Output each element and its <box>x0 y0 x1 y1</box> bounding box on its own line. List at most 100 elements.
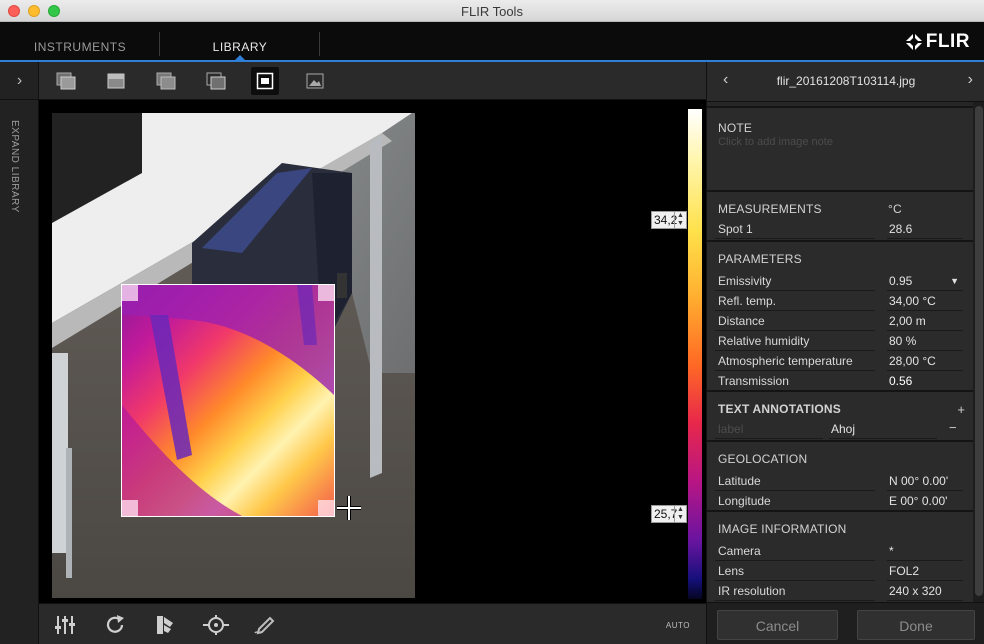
parameter-value[interactable]: 2,00 m <box>887 312 963 331</box>
parameter-label: Relative humidity <box>715 332 875 351</box>
resize-crosshair-cursor <box>335 494 363 522</box>
info-label: Lens <box>715 562 875 581</box>
image-mode-toolbar <box>39 62 706 100</box>
done-button[interactable]: Done <box>857 610 975 640</box>
info-value: 240 x 320 <box>887 582 963 601</box>
bottom-toolbar: AUTO <box>39 603 706 644</box>
parameter-row[interactable]: Transmission 0.56 <box>715 372 967 391</box>
note-title: NOTE <box>718 121 753 135</box>
tab-instruments[interactable]: INSTRUMENTS <box>0 22 160 60</box>
parameter-label: Transmission <box>715 372 875 391</box>
text-annotations-title: TEXT ANNOTATIONS <box>718 402 841 416</box>
pip-resize-handle[interactable] <box>318 285 334 301</box>
geolocation-label: Longitude <box>715 492 875 511</box>
auto-label[interactable]: AUTO <box>666 621 690 630</box>
thermal-picture-in-picture[interactable] <box>121 284 335 517</box>
ir-mode-icon[interactable] <box>52 67 80 95</box>
next-image-chevron-icon[interactable]: › <box>968 71 973 89</box>
parameter-row[interactable]: Relative humidity 80 % <box>715 332 967 351</box>
emissivity-value: 0.95 <box>889 274 913 288</box>
pip-resize-handle[interactable] <box>318 500 334 516</box>
panel-scrollbar[interactable] <box>973 102 984 602</box>
msx-mode-icon[interactable] <box>152 67 180 95</box>
flir-logo-text: FLIR <box>925 31 970 52</box>
remove-annotation-button[interactable]: − <box>949 420 957 435</box>
parameter-label: Emissivity <box>715 272 875 291</box>
picture-in-picture-icon[interactable] <box>251 67 279 95</box>
edit-icon[interactable] <box>253 613 277 637</box>
geolocation-value[interactable]: E 00° 0.00' <box>887 492 963 511</box>
rotate-icon[interactable] <box>103 613 127 637</box>
annotation-value-input[interactable]: Ahoj <box>829 420 937 439</box>
parameter-label: Distance <box>715 312 875 331</box>
parameter-row[interactable]: Atmospheric temperature 28,00 °C <box>715 352 967 371</box>
annotation-label-input[interactable]: label <box>715 420 823 439</box>
visual-mode-icon[interactable] <box>102 67 130 95</box>
measurements-section: MEASUREMENTS °C Spot 1 28.6 <box>707 190 973 242</box>
geolocation-row[interactable]: Latitude N 00° 0.00' <box>715 472 967 491</box>
palette-icon[interactable] <box>153 613 177 637</box>
text-annotations-section: TEXT ANNOTATIONS + label Ahoj − <box>707 390 973 442</box>
emissivity-select[interactable]: 0.95 ▼ <box>887 272 963 291</box>
geolocation-label: Latitude <box>715 472 875 491</box>
scale-min-stepper-icon[interactable]: ▲ ▼ <box>674 506 686 522</box>
cancel-button[interactable]: Cancel <box>717 610 838 640</box>
image-viewer: 34,2 ▲ ▼ 25,7 ▲ ▼ <box>39 100 706 603</box>
expand-library-label[interactable]: EXPAND LIBRARY <box>9 120 20 213</box>
parameter-row[interactable]: Refl. temp. 34,00 °C <box>715 292 967 311</box>
scale-max-field[interactable]: 34,2 ▲ ▼ <box>651 211 687 229</box>
note-section: NOTE Click to add image note <box>707 106 973 192</box>
expand-library-chevron-icon[interactable]: › <box>0 62 39 100</box>
info-row: Lens FOL2 <box>715 562 967 581</box>
dropdown-arrow-icon: ▼ <box>950 276 959 286</box>
note-input[interactable]: Click to add image note <box>718 136 833 148</box>
measurement-value: 28.6 <box>887 220 963 239</box>
geolocation-section: GEOLOCATION Latitude N 00° 0.00' Longitu… <box>707 440 973 512</box>
parameter-label: Refl. temp. <box>715 292 875 311</box>
parameters-title: PARAMETERS <box>718 252 802 266</box>
measurements-unit: °C <box>888 202 902 216</box>
info-row: IR resolution 240 x 320 <box>715 582 967 601</box>
geolocation-row[interactable]: Longitude E 00° 0.00' <box>715 492 967 511</box>
panel-footer: Cancel Done <box>707 602 984 644</box>
measurement-row[interactable]: Spot 1 28.6 <box>715 220 967 239</box>
parameter-row[interactable]: Distance 2,00 m <box>715 312 967 331</box>
parameter-row[interactable]: Emissivity 0.95 ▼ <box>715 272 967 291</box>
flir-logo-mark-icon <box>904 33 923 51</box>
parameter-value[interactable]: 28,00 °C <box>887 352 963 371</box>
panel-scroll-area: NOTE Click to add image note MEASUREMENT… <box>707 102 973 602</box>
fusion-blend-icon[interactable] <box>202 67 230 95</box>
scale-max-stepper-icon[interactable]: ▲ ▼ <box>674 212 686 228</box>
pip-resize-handle[interactable] <box>122 285 138 301</box>
parameter-value[interactable]: 34,00 °C <box>887 292 963 311</box>
flir-logo: FLIR <box>904 30 970 54</box>
sliders-icon[interactable] <box>53 613 77 637</box>
transmission-input[interactable]: 0.56 <box>887 372 963 391</box>
add-annotation-button[interactable]: + <box>957 402 965 417</box>
spot-measure-icon[interactable] <box>203 613 229 637</box>
geolocation-value[interactable]: N 00° 0.00' <box>887 472 963 491</box>
image-filename: flir_20161208T103114.jpg <box>776 74 916 88</box>
pip-resize-handle[interactable] <box>122 500 138 516</box>
top-navigation: INSTRUMENTS LIBRARY FLIR <box>0 22 984 62</box>
parameters-section: PARAMETERS Emissivity 0.95 ▼ Refl. temp. … <box>707 240 973 392</box>
photo-icon[interactable] <box>301 67 329 95</box>
image-information-title: IMAGE INFORMATION <box>718 522 847 536</box>
info-row: Camera * <box>715 542 967 561</box>
previous-image-chevron-icon[interactable]: ‹ <box>723 71 728 89</box>
parameter-value[interactable]: 80 % <box>887 332 963 351</box>
annotation-row[interactable]: label Ahoj − <box>715 420 967 439</box>
active-tab-indicator <box>234 55 246 61</box>
measurement-label: Spot 1 <box>715 220 875 239</box>
parameter-label: Atmospheric temperature <box>715 352 875 371</box>
measurements-title: MEASUREMENTS <box>718 202 822 216</box>
panel-header: ‹ flir_20161208T103114.jpg › <box>707 62 984 102</box>
title-bar: FLIR Tools <box>0 0 984 22</box>
info-value: FOL2 <box>887 562 963 581</box>
scale-min-field[interactable]: 25,7 ▲ ▼ <box>651 505 687 523</box>
geolocation-title: GEOLOCATION <box>718 452 808 466</box>
temperature-scale-bar <box>688 109 702 599</box>
info-label: IR resolution <box>715 582 875 601</box>
scrollbar-thumb[interactable] <box>975 106 983 596</box>
info-value: * <box>887 542 963 561</box>
